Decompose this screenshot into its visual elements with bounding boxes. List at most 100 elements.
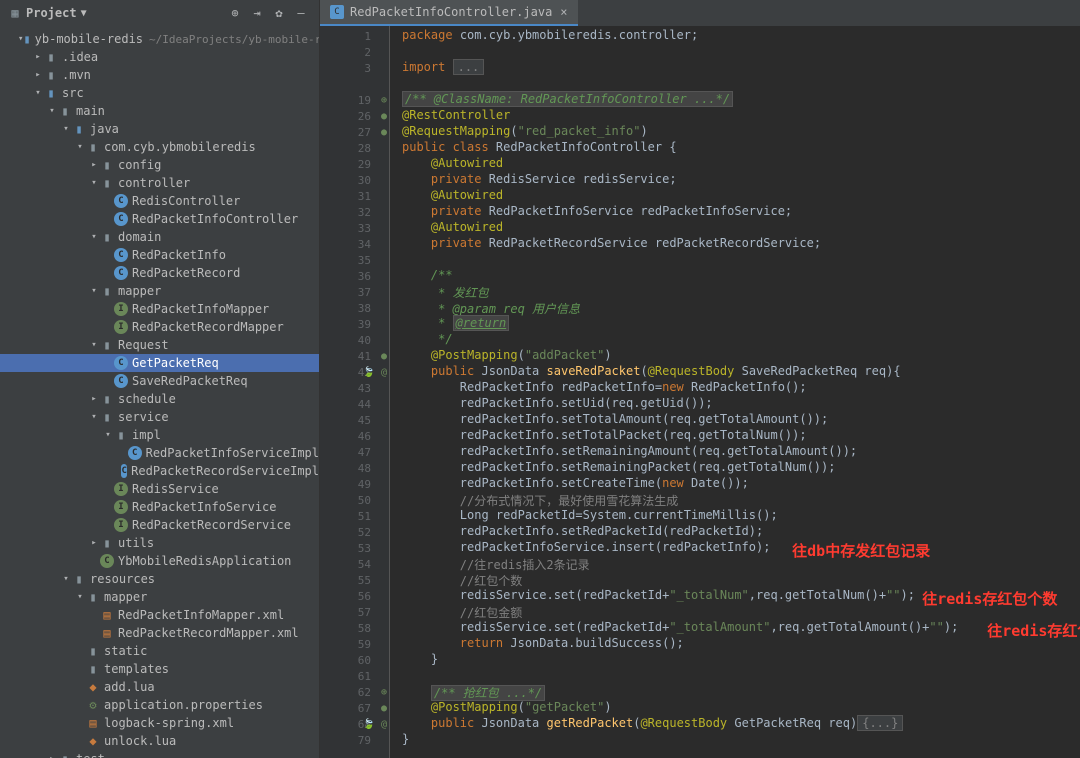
gutter-line[interactable]: 43 bbox=[320, 380, 389, 396]
tree-twisty[interactable]: ▾ bbox=[74, 142, 86, 152]
gutter-line[interactable]: 55 bbox=[320, 572, 389, 588]
code-line[interactable]: /** bbox=[402, 268, 1080, 284]
tree-twisty[interactable]: ▾ bbox=[60, 574, 72, 584]
gutter-line[interactable] bbox=[320, 76, 389, 92]
gutter-icon[interactable]: 🍃 @ bbox=[363, 367, 388, 378]
tree-item-saveredpacketreq[interactable]: CSaveRedPacketReq bbox=[0, 372, 319, 390]
tree-twisty[interactable]: ▾ bbox=[46, 106, 58, 116]
code-line[interactable]: } bbox=[402, 732, 1080, 748]
gutter-line[interactable]: 51 bbox=[320, 508, 389, 524]
gutter-line[interactable]: 34 bbox=[320, 236, 389, 252]
gutter-icon[interactable]: ● bbox=[381, 703, 387, 714]
tree-item-request[interactable]: ▾▮Request bbox=[0, 336, 319, 354]
gutter-line[interactable]: 54 bbox=[320, 556, 389, 572]
settings-icon[interactable]: ✿ bbox=[269, 3, 289, 23]
tree-item-schedule[interactable]: ▸▮schedule bbox=[0, 390, 319, 408]
tree-item-mapper[interactable]: ▾▮mapper bbox=[0, 588, 319, 606]
code-line[interactable]: * 发红包 bbox=[402, 284, 1080, 300]
code-line[interactable]: /** @ClassName: RedPacketInfoController … bbox=[402, 92, 1080, 108]
code-line[interactable]: redPacketInfoService.insert(redPacketInf… bbox=[402, 540, 1080, 556]
gutter-icon[interactable]: ⊕ bbox=[381, 687, 387, 698]
tree-item-com-cyb-ybmobileredis[interactable]: ▾▮com.cyb.ybmobileredis bbox=[0, 138, 319, 156]
tree-item-redpacketinfo[interactable]: CRedPacketInfo bbox=[0, 246, 319, 264]
gutter-line[interactable]: 31 bbox=[320, 188, 389, 204]
tree-twisty[interactable]: ▾ bbox=[88, 178, 100, 188]
code-line[interactable]: redPacketInfo.setRemainingAmount(req.get… bbox=[402, 444, 1080, 460]
code-line[interactable]: import ... bbox=[402, 60, 1080, 76]
tree-item--idea[interactable]: ▸▮.idea bbox=[0, 48, 319, 66]
tree-item-redpacketrecord[interactable]: CRedPacketRecord bbox=[0, 264, 319, 282]
tree-twisty[interactable]: ▾ bbox=[88, 412, 100, 422]
gutter-line[interactable]: 42🍃 @ bbox=[320, 364, 389, 380]
tree-item-domain[interactable]: ▾▮domain bbox=[0, 228, 319, 246]
gutter-line[interactable]: 79 bbox=[320, 732, 389, 748]
gutter-line[interactable]: 56 bbox=[320, 588, 389, 604]
tree-item-static[interactable]: ▮static bbox=[0, 642, 319, 660]
tree-twisty[interactable]: ▸ bbox=[32, 52, 44, 62]
tree-item-ybmobileredisapplication[interactable]: CYbMobileRedisApplication bbox=[0, 552, 319, 570]
code-line[interactable]: */ bbox=[402, 332, 1080, 348]
gutter-line[interactable]: 50 bbox=[320, 492, 389, 508]
code-line[interactable]: public class RedPacketInfoController { bbox=[402, 140, 1080, 156]
gutter-line[interactable]: 68🍃 @ bbox=[320, 716, 389, 732]
code-line[interactable]: redisService.set(redPacketId+"_totalAmou… bbox=[402, 620, 1080, 636]
locate-file-icon[interactable]: ⊕ bbox=[225, 3, 245, 23]
code-line[interactable]: /** 抢红包 ...*/ bbox=[402, 684, 1080, 700]
gutter-line[interactable]: 52 bbox=[320, 524, 389, 540]
tree-item-impl[interactable]: ▾▮impl bbox=[0, 426, 319, 444]
tree-item-java[interactable]: ▾▮java bbox=[0, 120, 319, 138]
code-line[interactable]: @Autowired bbox=[402, 220, 1080, 236]
tree-item-redpacketrecordmapper-xml[interactable]: ▤RedPacketRecordMapper.xml bbox=[0, 624, 319, 642]
tree-item-service[interactable]: ▾▮service bbox=[0, 408, 319, 426]
collapse-all-icon[interactable]: ⇥ bbox=[247, 3, 267, 23]
gutter-line[interactable]: 36 bbox=[320, 268, 389, 284]
project-tree[interactable]: ▾▮yb-mobile-redis~/IdeaProjects/yb-mobil… bbox=[0, 26, 320, 758]
tree-twisty[interactable]: ▾ bbox=[102, 430, 114, 440]
code-line[interactable]: @PostMapping("getPacket") bbox=[402, 700, 1080, 716]
gutter-line[interactable]: 29 bbox=[320, 156, 389, 172]
code-line[interactable]: public JsonData getRedPacket(@RequestBod… bbox=[402, 716, 1080, 732]
gutter-line[interactable]: 35 bbox=[320, 252, 389, 268]
gutter-icon[interactable]: ● bbox=[381, 127, 387, 138]
code-line[interactable]: public JsonData saveRedPacket(@RequestBo… bbox=[402, 364, 1080, 380]
code-line[interactable] bbox=[402, 252, 1080, 268]
code-line[interactable]: RedPacketInfo redPacketInfo=new RedPacke… bbox=[402, 380, 1080, 396]
close-tab-icon[interactable]: × bbox=[560, 5, 567, 19]
code-line[interactable]: redPacketInfo.setTotalAmount(req.getTota… bbox=[402, 412, 1080, 428]
tree-item-test[interactable]: ▸▮test bbox=[0, 750, 319, 758]
gutter-line[interactable]: 49 bbox=[320, 476, 389, 492]
code-editor[interactable]: 12319⊕26●27●2829303132333435363738394041… bbox=[320, 26, 1080, 758]
tree-twisty[interactable]: ▸ bbox=[88, 160, 100, 170]
gutter-line[interactable]: 30 bbox=[320, 172, 389, 188]
gutter-line[interactable]: 62⊕ bbox=[320, 684, 389, 700]
code-line[interactable] bbox=[402, 76, 1080, 92]
tree-item-yb-mobile-redis[interactable]: ▾▮yb-mobile-redis~/IdeaProjects/yb-mobil… bbox=[0, 30, 319, 48]
gutter-line[interactable]: 46 bbox=[320, 428, 389, 444]
code-line[interactable]: redPacketInfo.setCreateTime(new Date()); bbox=[402, 476, 1080, 492]
code-line[interactable]: redPacketInfo.setRemainingPacket(req.get… bbox=[402, 460, 1080, 476]
tree-twisty[interactable]: ▸ bbox=[32, 70, 44, 80]
tree-item-resources[interactable]: ▾▮resources bbox=[0, 570, 319, 588]
gutter-line[interactable]: 28 bbox=[320, 140, 389, 156]
code-line[interactable]: redPacketInfo.setRedPacketId(redPacketId… bbox=[402, 524, 1080, 540]
tree-item-mapper[interactable]: ▾▮mapper bbox=[0, 282, 319, 300]
gutter-line[interactable]: 41● bbox=[320, 348, 389, 364]
tree-item-redpacketinfomapper-xml[interactable]: ▤RedPacketInfoMapper.xml bbox=[0, 606, 319, 624]
code-line[interactable]: redisService.set(redPacketId+"_totalNum"… bbox=[402, 588, 1080, 604]
tree-item-utils[interactable]: ▸▮utils bbox=[0, 534, 319, 552]
gutter-icon[interactable]: ● bbox=[381, 351, 387, 362]
code-line[interactable]: package com.cyb.ybmobileredis.controller… bbox=[402, 28, 1080, 44]
tree-item-add-lua[interactable]: ◆add.lua bbox=[0, 678, 319, 696]
gutter-icon[interactable]: ⊕ bbox=[381, 95, 387, 106]
code-line[interactable]: private RedisService redisService; bbox=[402, 172, 1080, 188]
code-line[interactable]: //红包金额 bbox=[402, 604, 1080, 620]
gutter-line[interactable]: 40 bbox=[320, 332, 389, 348]
tree-item-redisservice[interactable]: IRedisService bbox=[0, 480, 319, 498]
gutter-line[interactable]: 33 bbox=[320, 220, 389, 236]
code-line[interactable]: //红包个数 bbox=[402, 572, 1080, 588]
code-line[interactable] bbox=[402, 668, 1080, 684]
tree-item-redpacketrecordservice[interactable]: IRedPacketRecordService bbox=[0, 516, 319, 534]
code-line[interactable]: @RequestMapping("red_packet_info") bbox=[402, 124, 1080, 140]
tree-item-unlock-lua[interactable]: ◆unlock.lua bbox=[0, 732, 319, 750]
tree-item-controller[interactable]: ▾▮controller bbox=[0, 174, 319, 192]
